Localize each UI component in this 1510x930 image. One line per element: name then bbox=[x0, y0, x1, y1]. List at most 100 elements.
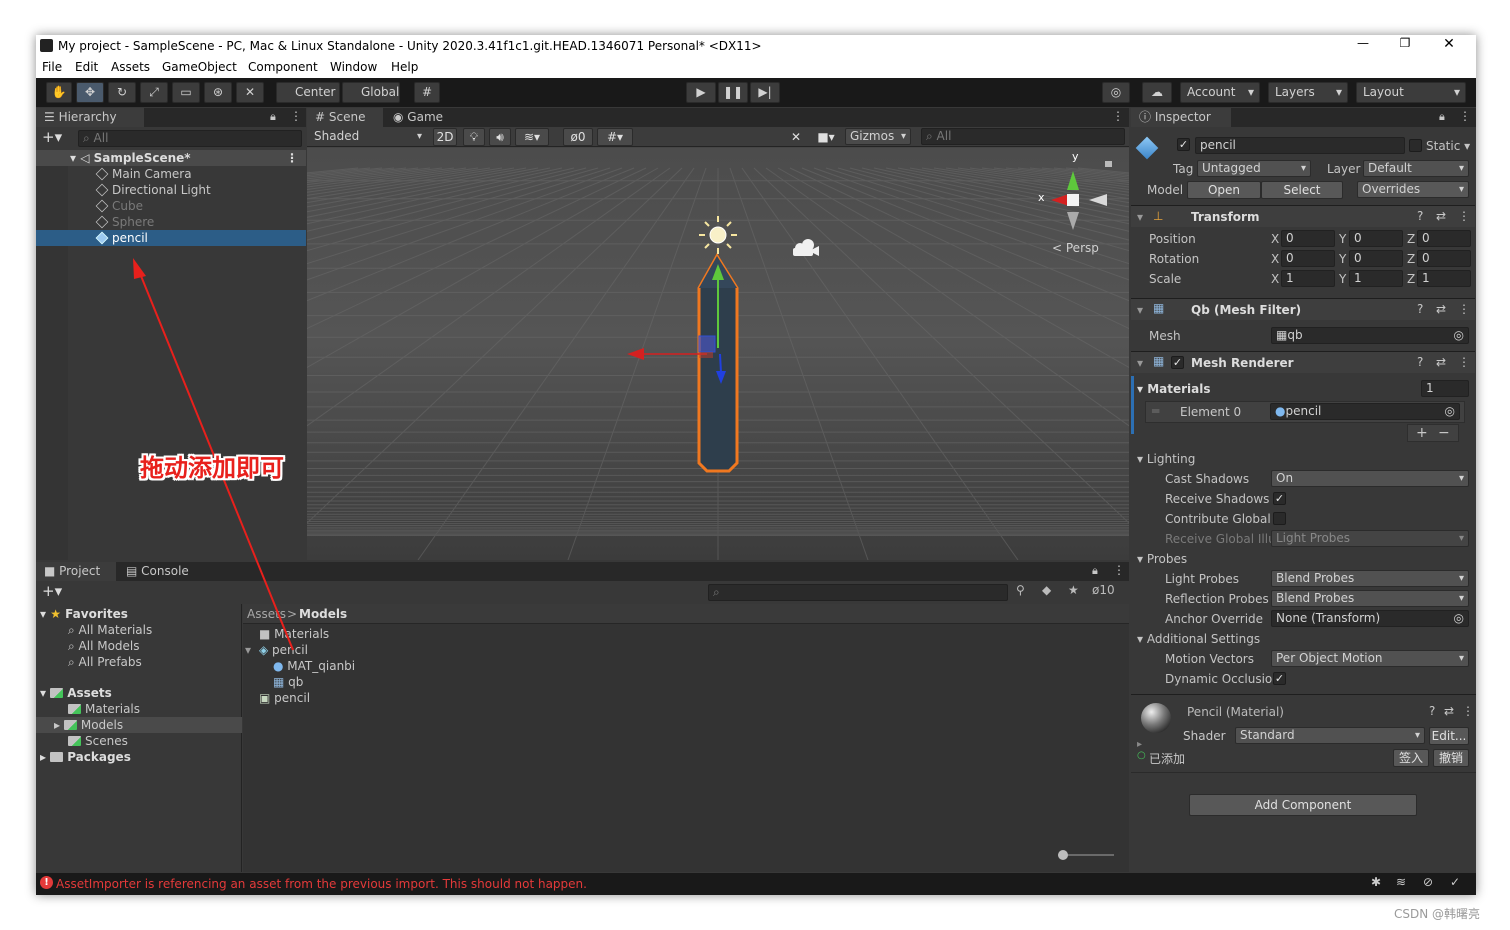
material-help-icon[interactable]: ? bbox=[1429, 704, 1435, 718]
scene-kebab-icon[interactable]: ⋮ bbox=[1112, 109, 1124, 123]
mesh-filter-foldout-icon[interactable]: ▾ bbox=[1137, 303, 1143, 317]
dynamic-occlusion-checkbox[interactable]: ✓ bbox=[1273, 672, 1286, 685]
tab-console[interactable]: ▤ Console bbox=[118, 562, 198, 581]
toggle-2d-button[interactable]: 2D bbox=[433, 128, 457, 146]
move-tool-icon[interactable]: ✥ bbox=[76, 82, 104, 103]
axis-x-label[interactable]: X bbox=[1271, 232, 1279, 246]
pause-button[interactable]: ❚❚ bbox=[718, 82, 748, 103]
assets-header[interactable]: ▾ Assets bbox=[40, 685, 112, 701]
additional-settings-foldout[interactable]: ▾ Additional Settings bbox=[1137, 632, 1260, 646]
model-select-button[interactable]: Select bbox=[1261, 181, 1343, 199]
filter-label-icon[interactable]: ◆ bbox=[1042, 583, 1051, 597]
project-lock-icon[interactable]: 🔒︎ bbox=[1092, 564, 1098, 578]
tab-scene[interactable]: # Scene bbox=[307, 108, 383, 127]
scene-viewport[interactable] bbox=[307, 148, 1129, 560]
global-space-button[interactable]: Global bbox=[342, 82, 400, 103]
mesh-field[interactable]: ▦qb ◎ bbox=[1271, 327, 1469, 344]
transform-x-field[interactable]: 0 bbox=[1281, 230, 1335, 247]
menu-edit[interactable]: Edit bbox=[75, 60, 98, 74]
menu-gameobject[interactable]: GameObject bbox=[162, 60, 237, 74]
hierarchy-item[interactable]: Sphere bbox=[36, 214, 306, 230]
transform-y-field[interactable]: 0 bbox=[1349, 250, 1403, 267]
hierarchy-item[interactable]: Cube bbox=[36, 198, 306, 214]
hand-tool-icon[interactable]: ✋ bbox=[46, 82, 72, 103]
kebab-menu-icon[interactable]: ⋮ bbox=[290, 109, 302, 123]
transform-header[interactable]: ▾ ⊥ Transform ? ⇄ ⋮ bbox=[1131, 205, 1475, 227]
mesh-filter-kebab-icon[interactable]: ⋮ bbox=[1458, 302, 1470, 316]
project-file-item[interactable]: ▾ ◈ pencil bbox=[245, 642, 308, 658]
scale-tool-icon[interactable]: ⤢ bbox=[140, 82, 168, 103]
asset-folder-item[interactable]: ▸ Models bbox=[36, 717, 242, 733]
model-overrides-dropdown[interactable]: Overrides bbox=[1357, 181, 1469, 198]
project-file-item[interactable]: ● MAT_qianbi bbox=[273, 658, 355, 674]
custom-tool-icon[interactable]: ✕ bbox=[236, 82, 264, 103]
menu-file[interactable]: File bbox=[42, 60, 62, 74]
checkin-button[interactable]: 签入 bbox=[1393, 749, 1429, 767]
axis-x-label[interactable]: X bbox=[1271, 272, 1279, 286]
add-element-icon[interactable]: + bbox=[1416, 425, 1428, 441]
transform-z-field[interactable]: 0 bbox=[1417, 230, 1471, 247]
menu-help[interactable]: Help bbox=[391, 60, 418, 74]
tab-game[interactable]: ◉ Game bbox=[385, 108, 455, 127]
shader-dropdown[interactable]: Standard bbox=[1235, 727, 1425, 744]
cast-shadows-dropdown[interactable]: On bbox=[1271, 470, 1469, 487]
axis-y-label[interactable]: Y bbox=[1339, 272, 1346, 286]
gizmos-dropdown[interactable]: Gizmos bbox=[845, 128, 911, 145]
mesh-renderer-foldout-icon[interactable]: ▾ bbox=[1137, 356, 1143, 370]
materials-count-field[interactable]: 1 bbox=[1421, 380, 1469, 397]
favorite-item[interactable]: ⌕ All Models bbox=[68, 638, 140, 654]
anchor-override-field[interactable]: None (Transform) ◎ bbox=[1271, 610, 1469, 627]
mesh-filter-header[interactable]: ▾ ▦ Qb (Mesh Filter) ? ⇄ ⋮ bbox=[1131, 298, 1475, 320]
audio-toggle-icon[interactable]: 🔊︎ bbox=[489, 128, 511, 146]
axis-z-label[interactable]: Z bbox=[1407, 252, 1415, 266]
transform-preset-icon[interactable]: ⇄ bbox=[1436, 209, 1446, 223]
lighting-toggle-icon[interactable]: 💡︎ bbox=[463, 128, 485, 146]
asset-folder-item[interactable]: Scenes bbox=[36, 733, 242, 749]
tools-icon[interactable]: ✕ bbox=[785, 128, 807, 146]
reflection-probes-dropdown[interactable]: Blend Probes bbox=[1271, 590, 1469, 607]
hierarchy-item[interactable]: Directional Light bbox=[36, 182, 306, 198]
cloud-icon[interactable]: ☁ bbox=[1142, 82, 1172, 103]
debug-icon[interactable]: ✱ bbox=[1371, 875, 1381, 889]
project-search-input[interactable]: ⌕ bbox=[708, 584, 1008, 601]
element-material-field[interactable]: ●pencil ◎ bbox=[1270, 403, 1460, 420]
shader-edit-button[interactable]: Edit... bbox=[1429, 727, 1469, 745]
tag-dropdown[interactable]: Untagged bbox=[1197, 160, 1311, 177]
favorite-star-icon[interactable]: ★ bbox=[1068, 583, 1079, 597]
contribute-gi-checkbox[interactable] bbox=[1273, 512, 1286, 525]
axis-z-label[interactable]: Z bbox=[1407, 232, 1415, 246]
transform-x-field[interactable]: 1 bbox=[1281, 270, 1335, 287]
transform-z-field[interactable]: 0 bbox=[1417, 250, 1471, 267]
object-name-input[interactable]: pencil bbox=[1195, 137, 1405, 154]
close-button[interactable]: ✕ bbox=[1434, 36, 1464, 52]
transform-y-field[interactable]: 1 bbox=[1349, 270, 1403, 287]
model-open-button[interactable]: Open bbox=[1187, 181, 1261, 199]
layout-dropdown[interactable]: Layout ▾ bbox=[1356, 82, 1466, 103]
scene-row[interactable]: ▾ ◁ SampleScene* ⋮ bbox=[36, 150, 306, 166]
axis-y-label[interactable]: Y bbox=[1339, 232, 1346, 246]
shading-dropdown[interactable]: Shaded bbox=[309, 128, 427, 145]
mesh-renderer-enabled-checkbox[interactable]: ✓ bbox=[1171, 356, 1184, 369]
mesh-renderer-header[interactable]: ▾ ▦ ✓ Mesh Renderer ? ⇄ ⋮ bbox=[1131, 351, 1475, 373]
perspective-label[interactable]: < Persp bbox=[1052, 241, 1099, 255]
pivot-center-button[interactable]: Center bbox=[276, 82, 340, 103]
transform-help-icon[interactable]: ? bbox=[1417, 209, 1423, 223]
project-file-item[interactable]: ■ Materials bbox=[259, 626, 329, 642]
project-file-item[interactable]: ▣ pencil bbox=[259, 690, 310, 706]
camera-settings-icon[interactable]: ■▾ bbox=[811, 128, 841, 146]
lighting-foldout[interactable]: ▾ Lighting bbox=[1137, 452, 1195, 466]
expand-arrow-icon[interactable]: ▸ bbox=[54, 718, 64, 732]
status-message[interactable]: AssetImporter is referencing an asset fr… bbox=[56, 877, 587, 891]
hidden-objects-toggle[interactable]: ø0 bbox=[563, 128, 593, 146]
effects-toggle-icon[interactable]: ≋▾ bbox=[515, 128, 549, 146]
hierarchy-item[interactable]: pencil bbox=[36, 230, 306, 246]
transform-foldout-icon[interactable]: ▾ bbox=[1137, 210, 1143, 224]
scene-search-input[interactable]: ⌕ All bbox=[921, 128, 1125, 145]
tab-hierarchy[interactable]: ☰ Hierarchy bbox=[36, 108, 144, 127]
drag-handle-icon[interactable]: ═ bbox=[1152, 404, 1159, 418]
grid-snap-icon[interactable]: # bbox=[414, 82, 440, 103]
grid-toggle-icon[interactable]: #▾ bbox=[597, 128, 633, 146]
transform-z-field[interactable]: 1 bbox=[1417, 270, 1471, 287]
menu-assets[interactable]: Assets bbox=[111, 60, 150, 74]
axis-y-label[interactable]: Y bbox=[1339, 252, 1346, 266]
